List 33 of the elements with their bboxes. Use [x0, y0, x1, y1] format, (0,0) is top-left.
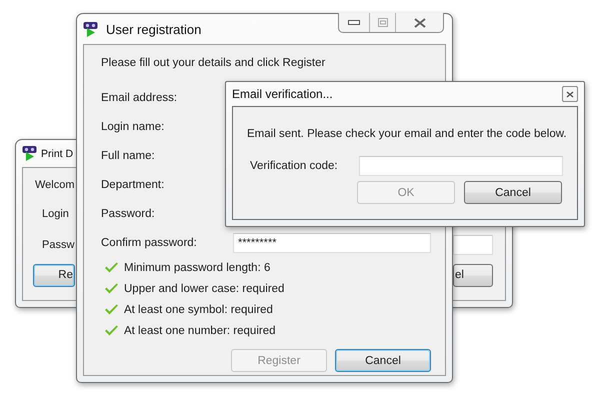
field-label: Password:	[101, 208, 156, 220]
dialog-button[interactable]: Cancel	[335, 349, 431, 372]
input-field[interactable]	[358, 156, 563, 176]
field-label: Login name:	[101, 120, 166, 132]
field-label: Full name:	[101, 150, 156, 162]
close-icon	[414, 18, 426, 28]
welcome-text: Welcom	[35, 179, 75, 191]
minimize-icon	[348, 20, 360, 26]
rule-text: At least one symbol: required	[124, 304, 273, 316]
dialog-button[interactable]: Cancel	[464, 181, 562, 204]
field-label: Department:	[101, 178, 166, 190]
rule-text: At least one number: required	[124, 324, 276, 336]
rule-text: Upper and lower case: required	[124, 282, 284, 294]
app-logo-icon	[22, 145, 39, 162]
dialog-title: Email verification...	[232, 87, 333, 101]
window-title: Print D	[41, 148, 74, 160]
field-label: Login	[42, 208, 69, 220]
dialog-button[interactable]: el	[453, 264, 493, 286]
field-label: Passw	[42, 238, 74, 250]
input-field[interactable]	[453, 234, 493, 254]
message-text: Email sent. Please check your email and enter the code below.	[247, 128, 567, 140]
window-title: User registration	[106, 22, 202, 36]
rule-text: Minimum password length: 6	[124, 262, 270, 274]
field-label: Confirm password:	[101, 236, 198, 248]
app-logo-icon	[83, 20, 100, 38]
field-label: Email address:	[101, 92, 178, 104]
field-label: Verification code:	[249, 160, 339, 172]
close-icon	[566, 90, 574, 98]
maximize-icon	[378, 18, 388, 27]
dialog-button[interactable]: Re	[33, 264, 75, 286]
password-field[interactable]: *********	[233, 232, 431, 252]
instruction-text: Please fill out your details and click Register	[101, 57, 326, 69]
close-button[interactable]	[562, 86, 578, 102]
